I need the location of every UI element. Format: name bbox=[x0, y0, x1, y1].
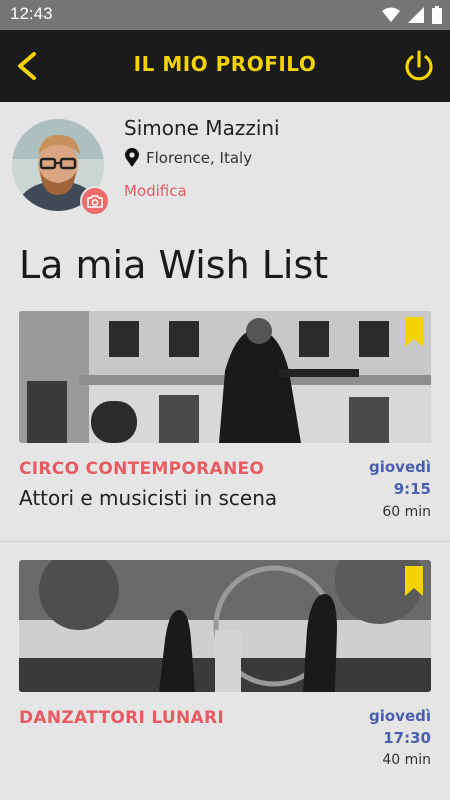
edit-profile-link[interactable]: Modifica bbox=[124, 182, 187, 200]
wishlist-item[interactable]: CIRCO CONTEMPORANEO Attori e musicisti i… bbox=[0, 311, 450, 541]
profile-header: Simone Mazzini Florence, Italy Modifica bbox=[0, 102, 450, 222]
bookmark-icon[interactable] bbox=[405, 566, 423, 596]
status-icons bbox=[382, 6, 442, 24]
wifi-icon bbox=[382, 7, 400, 22]
event-day: giovedì bbox=[368, 458, 431, 476]
page-title: IL MIO PROFILO bbox=[133, 52, 317, 76]
wishlist-item[interactable]: DANZATTORI LUNARI giovedì 17:30 40 min bbox=[0, 560, 450, 800]
event-category: CIRCO CONTEMPORANEO bbox=[19, 459, 265, 479]
divider bbox=[0, 541, 450, 542]
event-image[interactable] bbox=[19, 311, 431, 443]
location-pin-icon bbox=[125, 148, 139, 167]
event-duration: 60 min bbox=[382, 504, 431, 520]
bookmark-icon[interactable] bbox=[405, 317, 423, 347]
app-bar: IL MIO PROFILO bbox=[0, 30, 450, 102]
wishlist-title: La mia Wish List bbox=[19, 243, 329, 287]
profile-location: Florence, Italy bbox=[146, 149, 253, 167]
event-subtitle: Attori e musicisti in scena bbox=[19, 486, 278, 510]
event-day: giovedì bbox=[368, 707, 431, 725]
status-time: 12:43 bbox=[10, 4, 53, 23]
event-time: 17:30 bbox=[383, 729, 431, 747]
event-photo bbox=[19, 560, 431, 692]
camera-icon bbox=[87, 195, 103, 208]
location-row: Florence, Italy bbox=[124, 148, 252, 168]
battery-icon bbox=[432, 6, 442, 24]
power-icon[interactable] bbox=[402, 48, 436, 84]
event-photo bbox=[19, 311, 431, 443]
event-duration: 40 min bbox=[382, 752, 431, 768]
event-image[interactable] bbox=[19, 560, 431, 692]
status-bar: 12:43 bbox=[0, 0, 450, 30]
event-category: DANZATTORI LUNARI bbox=[19, 708, 224, 728]
cell-signal-icon bbox=[408, 7, 424, 23]
event-time: 9:15 bbox=[393, 480, 431, 498]
change-photo-button[interactable] bbox=[80, 186, 110, 216]
profile-name: Simone Mazzini bbox=[124, 116, 280, 140]
